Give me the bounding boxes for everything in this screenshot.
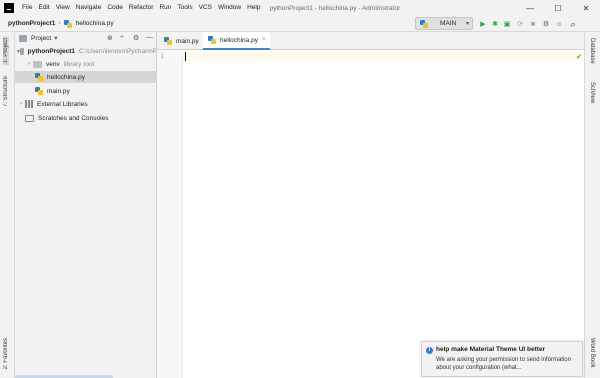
right-tool-stripe: Database SciView Word Book: [584, 32, 600, 378]
editor-tab-bar: main.py hellochina.py ×: [157, 32, 584, 50]
gear-icon[interactable]: ⚙: [133, 34, 139, 42]
chevron-right-icon[interactable]: ›: [25, 61, 33, 67]
notification-body: We are asking your permission to send in…: [436, 357, 571, 371]
tree-item-main[interactable]: main.py: [15, 85, 156, 97]
structure-tool-tab[interactable]: 7: Structure: [3, 76, 9, 107]
menu-vcs[interactable]: VCS: [196, 0, 215, 16]
scratches-icon: [25, 114, 34, 122]
text-caret: [185, 52, 186, 61]
chevron-right-icon[interactable]: ›: [17, 101, 25, 107]
tree-item-label: External Libraries: [37, 100, 88, 108]
menu-help[interactable]: Help: [244, 0, 263, 16]
settings-icon[interactable]: ⚙: [541, 19, 551, 29]
profile-button[interactable]: ⟳: [515, 19, 525, 29]
project-panel-title[interactable]: Project: [31, 35, 51, 42]
tree-item-label: main.py: [47, 87, 70, 95]
python-file-icon: [164, 37, 172, 45]
collapse-all-icon[interactable]: ÷: [120, 34, 124, 41]
tab-main-py[interactable]: main.py: [159, 32, 204, 50]
tree-item-hellochina[interactable]: hellochina.py: [15, 71, 156, 83]
left-tool-stripe: 1: Project 7: Structure 2: Favorites: [0, 32, 15, 378]
menu-run[interactable]: Run: [156, 0, 174, 16]
tree-item-label: hellochina.py: [47, 73, 85, 81]
window-title: pythonProject1 - hellochina.py - Adminis…: [269, 4, 401, 12]
menu-edit[interactable]: Edit: [35, 0, 52, 16]
breadcrumb-project[interactable]: pythonProject1: [8, 20, 55, 27]
stop-button[interactable]: ■: [528, 19, 538, 29]
minimize-button[interactable]: —: [516, 0, 544, 16]
maximize-button[interactable]: ☐: [544, 0, 572, 16]
tree-item-note: library root: [63, 60, 95, 68]
tab-label: main.py: [176, 37, 199, 45]
menu-tools[interactable]: Tools: [174, 0, 195, 16]
chevron-down-icon: ▾: [465, 21, 469, 27]
menu-refactor[interactable]: Refactor: [126, 0, 157, 16]
folder-icon: [20, 47, 24, 55]
info-icon: i: [426, 347, 433, 354]
menu-bar: File Edit View Navigate Code Refactor Ru…: [0, 0, 600, 16]
python-file-icon: [35, 73, 43, 81]
database-tool-tab[interactable]: Database: [589, 38, 595, 64]
tree-item-label: Scratches and Consoles: [38, 114, 109, 122]
close-icon[interactable]: ×: [262, 37, 266, 43]
tree-item-external-libraries[interactable]: › External Libraries: [15, 98, 156, 110]
breadcrumb-separator: ›: [58, 20, 61, 27]
code-editor[interactable]: [183, 50, 584, 378]
notification-title: help make Material Theme UI better: [436, 346, 546, 353]
menu-window[interactable]: Window: [215, 0, 244, 16]
libraries-icon: [25, 100, 33, 108]
current-line-highlight: [183, 52, 584, 61]
run-configuration-label: MAIN: [440, 20, 457, 27]
tab-hellochina-py[interactable]: hellochina.py ×: [203, 32, 271, 50]
tree-item-venv[interactable]: › venv library root: [15, 58, 156, 70]
inspection-ok-icon[interactable]: ✔: [576, 53, 582, 61]
coverage-button[interactable]: ▣: [502, 19, 512, 29]
line-number: 1: [160, 53, 164, 60]
python-file-icon: [208, 36, 216, 44]
close-window-button[interactable]: ✕: [572, 0, 600, 16]
favorites-tool-tab[interactable]: 2: Favorites: [3, 338, 9, 369]
locate-file-icon[interactable]: ⊕: [107, 34, 113, 42]
project-panel: Project ▾ ⊕ ÷ ⚙ — ▾ pythonProject1 C:\Us…: [15, 32, 157, 378]
search-icon[interactable]: ⌕: [568, 19, 578, 29]
python-file-icon: [35, 87, 43, 95]
pycharm-logo-icon: [4, 3, 14, 13]
project-folder-icon: [19, 34, 27, 42]
breadcrumb-file[interactable]: hellochina.py: [76, 20, 114, 27]
sciview-tool-tab[interactable]: SciView: [589, 82, 595, 103]
menu-file[interactable]: File: [19, 0, 35, 16]
hide-panel-icon[interactable]: —: [146, 34, 153, 41]
python-file-icon: [63, 19, 72, 28]
wordbook-tool-tab[interactable]: Word Book: [589, 338, 595, 368]
user-icon[interactable]: ☺: [554, 19, 564, 29]
debug-button[interactable]: ✱: [490, 19, 500, 29]
notification-balloon[interactable]: i help make Material Theme UI better We …: [421, 341, 583, 377]
chevron-down-icon[interactable]: ▾: [54, 34, 57, 42]
editor-gutter: 1: [157, 50, 183, 378]
tree-item-label: pythonProject1: [27, 47, 75, 55]
menu-view[interactable]: View: [53, 0, 73, 16]
tree-item-label: venv: [46, 60, 60, 68]
tree-item-project-root[interactable]: ▾ pythonProject1 C:\Users\lenovo\Pycharm…: [15, 45, 157, 57]
run-configuration-select[interactable]: MAIN ▾: [415, 17, 473, 30]
tree-item-scratches[interactable]: Scratches and Consoles: [15, 112, 156, 124]
menu-code[interactable]: Code: [104, 0, 126, 16]
menu-navigate[interactable]: Navigate: [73, 0, 105, 16]
project-tool-tab[interactable]: 1: Project: [3, 36, 9, 66]
ide-window: File Edit View Navigate Code Refactor Ru…: [0, 0, 600, 378]
python-file-icon: [420, 19, 428, 28]
tree-item-path: C:\Users\lenovo\PycharmP: [78, 47, 157, 55]
navigation-bar: pythonProject1 › hellochina.py MAIN ▾ ▶ …: [0, 16, 600, 32]
run-button[interactable]: ▶: [478, 19, 488, 29]
folder-icon: [33, 60, 42, 68]
tab-label: hellochina.py: [220, 36, 258, 44]
